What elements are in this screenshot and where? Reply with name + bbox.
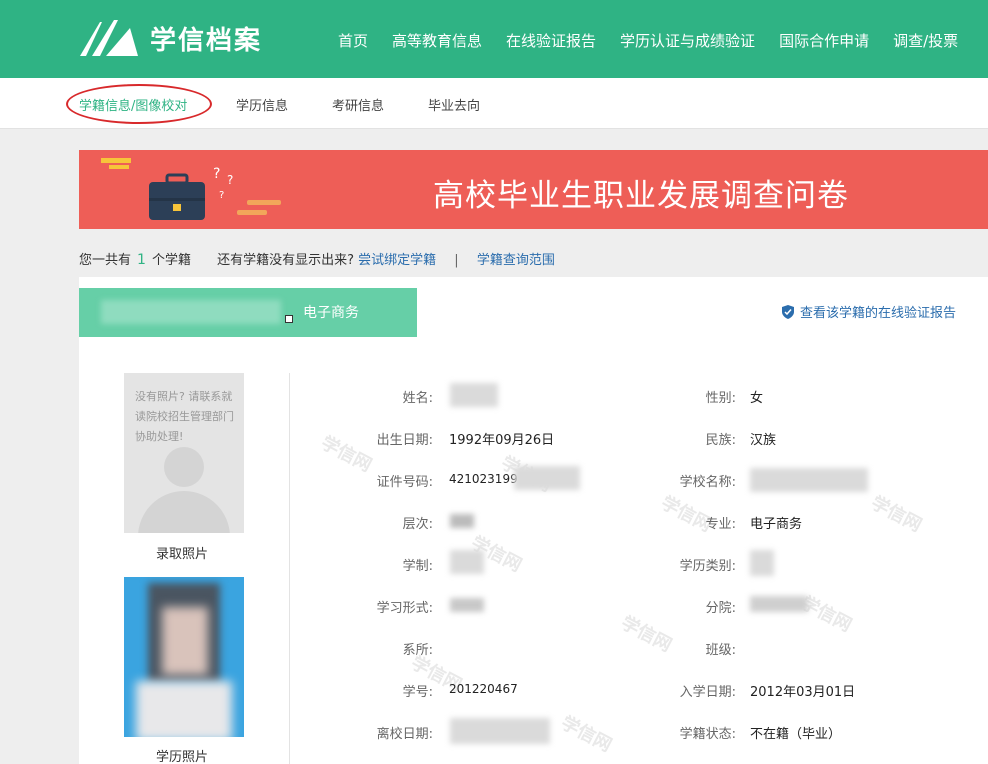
svg-text:?: ? [227,173,233,187]
record-summary: 您一共有 1 个学籍 还有学籍没有显示出来? 尝试绑定学籍 | 学籍查询范围 [79,249,555,268]
branch-label: 分院: [705,601,736,616]
school-name-label: 学校名称: [679,475,736,490]
name-label: 姓名: [402,391,433,406]
major-value: 电子商务 [750,517,803,532]
student-id-value: 201220467 [449,682,518,696]
level-label: 层次: [402,517,433,532]
degree-photo [124,577,244,737]
id-value: 421023199 [449,472,518,486]
school-name-redacted [101,300,281,324]
nav-degree-certification[interactable]: 学历认证与成绩验证 [620,30,755,51]
avatar-body [138,491,230,533]
logo-icon [80,20,138,56]
tab-degree-info[interactable]: 学历信息 [236,95,288,114]
student-id-label: 学号: [402,685,433,700]
degree-photo-label: 学历照片 [156,750,209,764]
major-label: 专业: [705,517,736,532]
school-name-redacted [750,468,868,492]
enroll-date-label: 入学日期: [679,685,736,700]
record-count: 1 [137,252,146,268]
photo-shirt [136,681,232,737]
duration-redacted [450,550,484,574]
nav-international[interactable]: 国际合作申请 [779,30,869,51]
svg-text:?: ? [219,190,224,201]
nav-higher-education[interactable]: 高等教育信息 [392,30,482,51]
leave-date-label: 离校日期: [376,727,433,742]
shield-icon [782,304,794,319]
id-redacted [514,466,580,490]
birth-label: 出生日期: [376,433,433,448]
main-nav: 首页 高等教育信息 在线验证报告 学历认证与成绩验证 国际合作申请 调查/投票 [338,30,982,51]
summary-prefix: 您一共有 [79,253,132,268]
query-range-link[interactable]: 学籍查询范围 [477,253,555,268]
dept-label: 系所: [402,643,433,658]
top-header: 学信档案 首页 高等教育信息 在线验证报告 学历认证与成绩验证 国际合作申请 调… [0,0,988,78]
class-label: 班级: [705,643,736,658]
nav-online-verification[interactable]: 在线验证报告 [506,30,596,51]
duration-label: 学制: [402,559,433,574]
ethnic-value: 汉族 [750,433,777,448]
tab-graduate-destination[interactable]: 毕业去向 [428,95,480,114]
separator: | [454,253,459,268]
nav-home[interactable]: 首页 [338,30,368,51]
leave-date-redacted [450,718,550,744]
category-redacted [750,550,774,576]
name-redacted [450,383,498,407]
nav-survey[interactable]: 调查/投票 [893,30,958,51]
status-label: 学籍状态: [679,727,736,742]
logo-text: 学信档案 [150,25,263,56]
photo-face [162,607,208,675]
summary-question: 还有学籍没有显示出来? [217,253,354,268]
banner-title: 高校毕业生职业发展调查问卷 [433,178,849,214]
avatar-head [164,447,204,487]
briefcase-icon: ? ? ? [101,158,281,220]
logo[interactable]: 学信档案 [78,18,262,58]
bind-record-link[interactable]: 尝试绑定学籍 [358,253,436,268]
gender-value: 女 [750,391,764,406]
no-photo-text: 没有照片? 请联系就读院校招生管理部门协助处理! [135,390,234,443]
enroll-date-value: 2012年03月01日 [750,685,856,700]
school-tab-major: 电子商务 [303,305,359,321]
birth-value: 1992年09月26日 [449,433,555,448]
category-label: 学历类别: [679,559,736,574]
svg-text:?: ? [213,166,220,182]
highlight-circle [66,84,212,124]
resize-handle [285,315,293,323]
summary-suffix: 个学籍 [151,253,191,268]
verification-report-link[interactable]: 查看该学籍的在线验证报告 [782,302,956,321]
school-tab[interactable]: 电子商务 [79,288,417,337]
tab-postgrad-info[interactable]: 考研信息 [332,95,384,114]
admission-photo-label: 录取照片 [156,547,209,562]
form-redacted [450,598,484,612]
form-label: 学习形式: [376,601,433,616]
ethnic-label: 民族: [705,433,736,448]
level-redacted [450,514,474,528]
status-value: 不在籍（毕业） [750,727,842,742]
gender-label: 性别: [705,391,736,406]
verification-report-label: 查看该学籍的在线验证报告 [800,306,957,321]
survey-banner[interactable]: ? ? ? 高校毕业生职业发展调查问卷 [79,150,988,229]
id-label: 证件号码: [376,475,433,490]
branch-redacted [750,596,808,612]
admission-photo-placeholder: 没有照片? 请联系就读院校招生管理部门协助处理! [124,373,244,533]
column-divider [289,373,290,764]
